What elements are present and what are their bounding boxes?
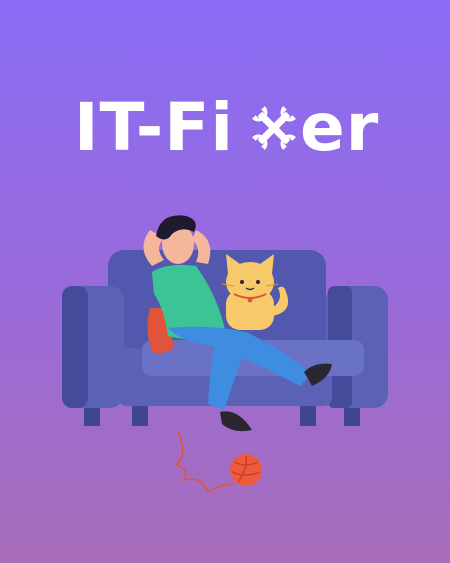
relaxing-on-sofa-illustration (62, 215, 388, 494)
yarn-thread (174, 431, 235, 494)
splash-screen: IT-Fi er (0, 0, 450, 563)
crossed-wrenches-icon (252, 106, 296, 150)
sofa-armrest-shade (62, 286, 88, 408)
app-logo: IT-Fi er (0, 88, 450, 168)
logo-text-right: er (300, 89, 380, 166)
yarn-ball-icon (230, 454, 262, 486)
logo-text-left: IT-Fi (74, 89, 234, 166)
person-shoe-icon (220, 411, 252, 432)
